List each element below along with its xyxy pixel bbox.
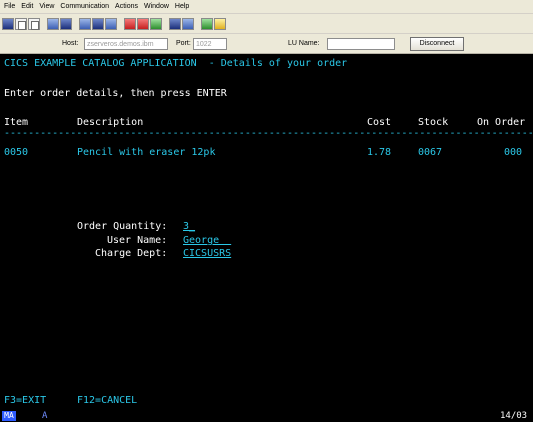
order-item: 0050 [4,147,29,158]
order-on-order: 000 [504,147,523,158]
receive-file-icon[interactable] [60,17,72,30]
order-quantity-label: Order Quantity: [77,221,168,232]
lu-name-field[interactable] [327,38,395,50]
status-bar: MA A 14/03 [0,410,533,422]
f12-cancel-key[interactable]: F12=CANCEL [77,395,137,406]
menu-bar: File Edit View Communication Actions Win… [0,0,533,14]
connection-bar: Host: zserveros.demos.ibm Port: 1022 LU … [0,35,533,54]
session-indicator: A [42,411,48,421]
stop-macro-icon[interactable] [137,17,149,30]
order-description: Pencil with eraser 12pk [77,147,216,158]
charge-dept-field[interactable]: CICSUSRS [183,248,231,259]
column-cost-header: Cost [367,117,392,128]
instruction-text: Enter order details, then press ENTER [4,88,227,99]
lu-name-label: LU Name: [288,40,320,47]
user-name-field[interactable]: George [183,235,231,246]
menu-help[interactable]: Help [175,0,189,14]
macro-icon[interactable] [105,17,117,30]
menu-view[interactable]: View [39,0,54,14]
order-stock: 0067 [418,147,443,158]
screen-title: CICS EXAMPLE CATALOG APPLICATION - Detai… [4,58,348,69]
print-screen-icon[interactable] [2,17,14,30]
f3-exit-key[interactable]: F3=EXIT [4,395,46,406]
keypad-icon[interactable] [92,17,104,30]
column-stock-header: Stock [418,117,449,128]
menu-communication[interactable]: Communication [60,0,109,14]
globe-icon[interactable] [201,17,213,30]
order-cost: 1.78 [367,147,392,158]
column-description-header: Description [77,117,144,128]
user-name-label: User Name: [107,235,168,246]
disconnect-button[interactable]: Disconnect [410,37,464,51]
edit-icon[interactable] [214,17,226,30]
menu-window[interactable]: Window [144,0,169,14]
host-label: Host: [62,40,79,47]
display-icon[interactable] [79,17,91,30]
column-item-header: Item [4,117,29,128]
menu-actions[interactable]: Actions [115,0,138,14]
terminal-screen[interactable]: CICS EXAMPLE CATALOG APPLICATION - Detai… [0,54,533,410]
menu-file[interactable]: File [4,0,15,14]
host-field[interactable]: zserveros.demos.ibm [84,38,168,50]
menu-edit[interactable]: Edit [21,0,33,14]
copy-icon[interactable] [15,17,27,30]
record-macro-icon[interactable] [124,17,136,30]
keyboard-mode-indicator: MA [2,411,16,421]
connect-icon[interactable] [182,17,194,30]
session-icon[interactable] [169,17,181,30]
play-macro-icon[interactable] [150,17,162,30]
header-separator: ----------------------------------------… [4,128,533,139]
charge-dept-label: Charge Dept: [95,248,168,259]
send-file-icon[interactable] [47,17,59,30]
order-quantity-field[interactable]: 3_ [183,221,195,232]
paste-icon[interactable] [28,17,40,30]
cursor-position: 14/03 [500,411,528,421]
column-on-order-header: On Order [477,117,526,128]
port-label: Port: [176,40,191,47]
port-field[interactable]: 1022 [193,38,227,50]
toolbar [0,14,533,34]
